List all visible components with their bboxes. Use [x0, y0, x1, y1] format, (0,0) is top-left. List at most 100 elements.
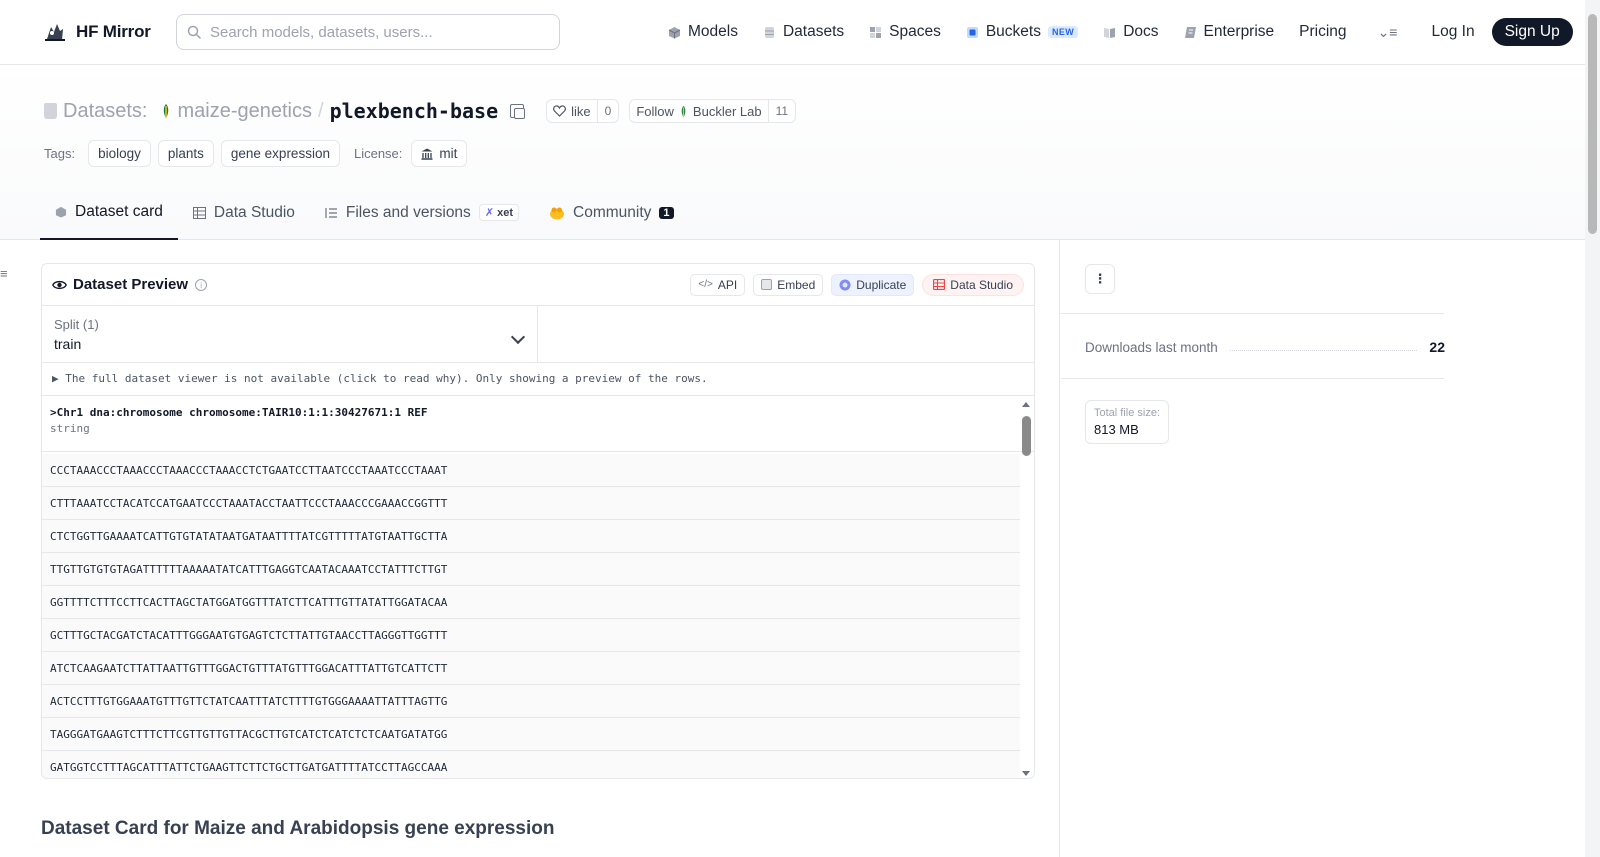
embed-button[interactable]: Embed: [753, 273, 824, 296]
org-avatar-small-icon: [681, 105, 686, 117]
like-button[interactable]: like 0: [546, 99, 620, 123]
logo-text: HF Mirror: [76, 22, 151, 41]
table-row[interactable]: ATCTCAAGAATCTTATTAATTGTTTGGACTGTTTATGTTT…: [42, 652, 1020, 685]
login-link[interactable]: Log In: [1431, 23, 1474, 41]
tab-data-studio-label: Data Studio: [213, 203, 295, 221]
table-row[interactable]: GGTTTTCTTTCCTTCACTTAGCTATGGATGGTTTATCTTC…: [42, 586, 1020, 619]
follow-org: Buckler Lab: [692, 103, 762, 119]
table-row[interactable]: ACTCCTTTGTGGAAATGTTTGTTCTATCAATTTATCTTTT…: [42, 685, 1020, 718]
column-header: >Chr1 dna:chromosome chromosome:TAIR10:1…: [42, 396, 1034, 452]
eye-icon: [52, 280, 67, 289]
divider: [1061, 378, 1444, 379]
tags-row: Tags: biology plants gene expression Lic…: [44, 140, 468, 167]
follow-button[interactable]: Follow Buckler Lab 11: [629, 99, 797, 123]
xet-icon: ✗: [484, 207, 495, 219]
top-navbar: HF Mirror Models Datasets Spaces Buckets…: [0, 0, 1585, 65]
nav-models-label: Models: [688, 23, 738, 40]
api-button[interactable]: </> API: [690, 273, 746, 296]
downloads-label: Downloads last month: [1085, 339, 1218, 355]
tag-plants[interactable]: plants: [157, 140, 214, 167]
preview-actions: </> API Embed Duplicate Data Studio: [690, 273, 1024, 296]
community-icon: [550, 207, 564, 219]
table-row[interactable]: TTGTTGTGTGTAGATTTTTTAAAAATATCATTTGAGGTCA…: [42, 553, 1020, 586]
repo-name[interactable]: plexbench-base: [330, 99, 499, 123]
more-options-icon[interactable]: ⋮: [1085, 264, 1115, 294]
dataset-icon: [44, 103, 57, 119]
scroll-down-icon[interactable]: [1022, 771, 1030, 776]
column-divider: [1059, 240, 1060, 857]
nav-enterprise[interactable]: Enterprise: [1184, 23, 1275, 41]
tags-label: Tags:: [44, 146, 76, 161]
nav-models[interactable]: Models: [668, 23, 738, 41]
data-studio-label: Data Studio: [950, 277, 1013, 292]
models-icon: [668, 26, 681, 38]
viewer-notice[interactable]: ▶ The full dataset viewer is not availab…: [42, 363, 1034, 396]
split-select[interactable]: Split (1) train: [42, 306, 538, 362]
tag-biology[interactable]: biology: [88, 140, 151, 167]
divider: [1061, 313, 1444, 314]
page-scrollbar[interactable]: [1585, 0, 1600, 857]
nav-pricing[interactable]: Pricing: [1299, 23, 1346, 41]
sidebar-toggle-icon[interactable]: ≡: [0, 266, 8, 281]
more-menu-icon[interactable]: ⌄≡: [1378, 24, 1398, 41]
data-studio-button[interactable]: Data Studio: [922, 273, 1024, 296]
nav-spaces-label: Spaces: [889, 23, 941, 40]
like-label: like: [571, 103, 591, 119]
dataset-preview: Dataset Preview i </> API Embed Duplicat…: [41, 263, 1035, 779]
nav-enterprise-label: Enterprise: [1203, 23, 1275, 40]
duplicate-button[interactable]: Duplicate: [831, 273, 915, 296]
table-row[interactable]: GATGGTCCTTTAGCATTTATTCTGAAGTTCTTCTGCTTGA…: [42, 751, 1020, 778]
tab-files-and-versions[interactable]: Files and versions ✗ xet: [310, 185, 534, 240]
community-count: 1: [659, 206, 674, 219]
breadcrumb: Datasets: maize-genetics / plexbench-bas…: [44, 99, 797, 123]
heart-icon: [553, 105, 567, 117]
bank-icon: [421, 148, 433, 160]
tab-community[interactable]: Community 1: [534, 185, 689, 240]
org-avatar-icon: [164, 104, 169, 118]
nav-docs[interactable]: Docs: [1103, 23, 1159, 41]
new-badge: NEW: [1047, 26, 1079, 38]
breadcrumb-section[interactable]: Datasets:: [63, 100, 147, 123]
nav-datasets[interactable]: Datasets: [763, 23, 844, 41]
info-icon[interactable]: i: [195, 278, 208, 291]
breadcrumb-org[interactable]: maize-genetics: [177, 100, 312, 123]
table-rows: CCCTAAACCCTAAACCCTAAACCCTAAACCTCTGAATCCT…: [42, 454, 1020, 778]
table-row[interactable]: TAGGGATGAAGTCTTTCTTCGTTGTTGTTACGCTTGTCAT…: [42, 718, 1020, 751]
copy-icon[interactable]: [510, 104, 526, 119]
nav-spaces[interactable]: Spaces: [869, 23, 941, 41]
cube-icon: [55, 206, 67, 218]
table-row[interactable]: CTTTAAATCCTACATCCATGAATCCCTAAATACCTAATTC…: [42, 487, 1020, 520]
nav-buckets[interactable]: Buckets NEW: [966, 23, 1079, 41]
code-icon: </>: [698, 279, 713, 290]
tag-gene-expression[interactable]: gene expression: [220, 140, 340, 167]
license-tag[interactable]: mit: [411, 140, 468, 167]
logo[interactable]: HF Mirror: [42, 18, 151, 46]
page-scroll-thumb[interactable]: [1588, 14, 1597, 234]
duplicate-label: Duplicate: [856, 277, 907, 292]
scroll-thumb[interactable]: [1022, 416, 1031, 456]
search-icon: [187, 25, 202, 39]
tab-dataset-card[interactable]: Dataset card: [40, 185, 178, 240]
split-label: Split (1): [54, 317, 99, 332]
repo-tabs: Dataset card Data Studio Files and versi…: [40, 185, 689, 240]
column-name: >Chr1 dna:chromosome chromosome:TAIR10:1…: [50, 406, 428, 419]
signup-button[interactable]: Sign Up: [1491, 18, 1573, 46]
scroll-up-icon[interactable]: [1022, 402, 1030, 407]
preview-scrollbar[interactable]: [1019, 398, 1034, 778]
table-row[interactable]: CCCTAAACCCTAAACCCTAAACCCTAAACCTCTGAATCCT…: [42, 454, 1020, 487]
tab-files-label: Files and versions: [345, 203, 471, 221]
split-value: train: [54, 336, 82, 352]
tab-data-studio[interactable]: Data Studio: [178, 185, 310, 240]
enterprise-icon: [1184, 26, 1196, 38]
table-row[interactable]: GCTTTGCTACGATCTACATTTGGGAATGTGAGTCTCTTAT…: [42, 619, 1020, 652]
duplicate-icon: [839, 279, 851, 290]
table-row[interactable]: CTCTGGTTGAAAATCATTGTGTATATAATGATAATTTTAT…: [42, 520, 1020, 553]
repo-header: Datasets: maize-genetics / plexbench-bas…: [0, 65, 1585, 240]
search-input[interactable]: [210, 23, 530, 41]
nav-buckets-label: Buckets: [985, 23, 1041, 40]
downloads-stat: Downloads last month 22: [1085, 339, 1445, 355]
preview-title: Dataset Preview: [73, 276, 189, 293]
nav-pricing-label: Pricing: [1299, 23, 1347, 40]
search-box[interactable]: [176, 14, 560, 50]
follow-count: 11: [775, 104, 789, 118]
